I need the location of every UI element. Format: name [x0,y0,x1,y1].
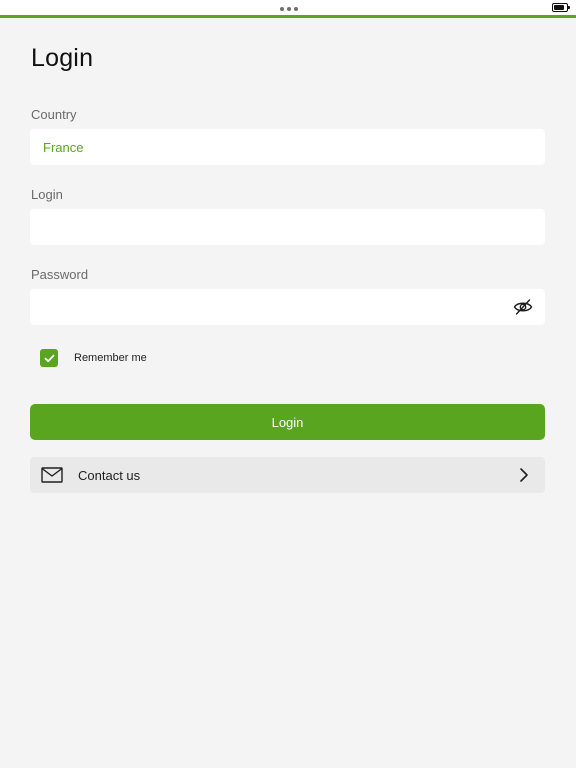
login-label: Login [31,187,63,202]
header-accent-bar [0,15,576,18]
country-label: Country [31,107,77,122]
password-label: Password [31,267,89,282]
contact-us-label: Contact us [78,468,141,483]
remember-me-label: Remember me [74,352,147,364]
password-field-container [30,289,545,325]
country-field[interactable]: France [30,129,545,165]
remember-me-checkbox[interactable] [40,349,58,367]
checkmark-icon [44,354,54,362]
chevron-right-icon [520,468,528,482]
status-bar [0,0,576,16]
contact-us-row[interactable]: Contact us [30,457,545,493]
page-title: Login [31,44,94,72]
eye-slash-icon[interactable] [513,298,533,316]
login-field-container [30,209,545,245]
battery-icon [552,3,570,12]
login-input[interactable] [30,209,545,245]
remember-me[interactable]: Remember me [40,349,147,367]
login-button[interactable]: Login [30,404,545,440]
multitasking-dots[interactable] [280,7,298,11]
mail-icon [41,467,63,483]
password-input[interactable] [30,289,545,325]
country-value: France [43,140,84,155]
